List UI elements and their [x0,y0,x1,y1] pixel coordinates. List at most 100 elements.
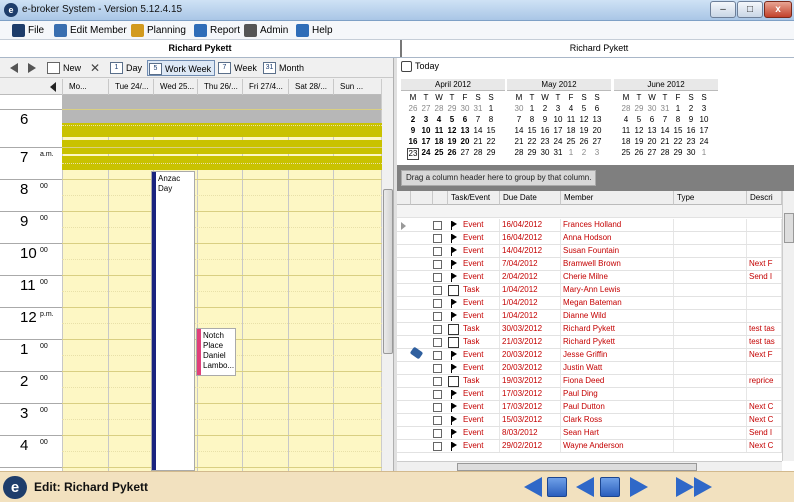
mini-calendar-day[interactable]: 1 [565,148,577,158]
task-row[interactable]: Event 20/03/2012 Justin Watt [397,362,782,375]
row-checkbox[interactable] [433,325,442,334]
mini-calendar-day[interactable]: 22 [672,137,684,147]
row-checkbox[interactable] [433,234,442,243]
mini-calendar-day[interactable]: 18 [565,126,577,136]
mini-calendar-day[interactable]: 23 [407,148,419,160]
prev-arrow-icon[interactable] [10,63,18,73]
mini-calendar-day[interactable]: 3 [420,115,432,125]
mini-calendar-day[interactable]: 22 [526,137,538,147]
day-header[interactable]: Sun ... [333,79,381,95]
mini-calendar-day[interactable]: 15 [526,126,538,136]
row-checkbox[interactable] [433,377,442,386]
row-checkbox[interactable] [433,403,442,412]
task-row[interactable]: Event 1/04/2012 Dianne Wild [397,310,782,323]
mini-calendar-day[interactable]: 3 [552,104,564,114]
mini-calendar-day[interactable]: 13 [591,115,603,125]
mini-calendar-day[interactable]: 29 [672,148,684,158]
mini-calendar-day[interactable]: 1 [672,104,684,114]
mini-calendar-day[interactable]: 28 [472,148,484,158]
row-checkbox[interactable] [433,260,442,269]
mini-calendar-day[interactable]: 8 [485,115,497,125]
mini-calendar-day[interactable]: 9 [407,126,419,136]
mini-calendar-day[interactable]: 25 [620,148,632,158]
task-row[interactable]: Event 16/04/2012 Frances Holland [397,219,782,232]
mini-calendar-day[interactable]: 4 [620,115,632,125]
mini-calendar-day[interactable]: 1 [485,104,497,114]
mini-calendar-day[interactable]: 3 [698,104,710,114]
today-button[interactable]: Today [401,61,439,72]
mini-calendar-day[interactable]: 13 [459,126,471,136]
mini-calendar-day[interactable]: 17 [698,126,710,136]
mini-calendar-day[interactable]: 16 [539,126,551,136]
row-checkbox[interactable] [433,351,442,360]
mini-calendar-day[interactable]: 26 [407,104,419,114]
task-row[interactable]: Event 17/03/2012 Paul Ding [397,388,782,401]
mini-calendar-day[interactable]: 5 [446,115,458,125]
mini-calendar-day[interactable]: 15 [485,126,497,136]
row-checkbox[interactable] [433,312,442,321]
mini-calendar-day[interactable]: 23 [539,137,551,147]
task-row[interactable]: Event 16/04/2012 Anna Hodson [397,232,782,245]
mini-calendar-day[interactable]: 17 [552,126,564,136]
mini-calendar-day[interactable]: 2 [539,104,551,114]
day-header[interactable]: Fri 27/4... [242,79,288,95]
mini-calendar-day[interactable]: 15 [672,126,684,136]
mini-calendar-day[interactable]: 19 [633,137,645,147]
task-row[interactable]: Task 21/03/2012 Richard Pykett test tas [397,336,782,349]
mini-calendar-day[interactable]: 23 [685,137,697,147]
grid-column-header[interactable]: Member [561,191,674,205]
mini-calendar-day[interactable]: 12 [446,126,458,136]
task-row[interactable]: Task 19/03/2012 Fiona Deed reprice [397,375,782,388]
first-record-button[interactable] [524,477,542,497]
row-checkbox[interactable] [433,221,442,230]
row-checkbox[interactable] [433,338,442,347]
row-checkbox[interactable] [433,390,442,399]
mini-calendar-day[interactable]: 24 [698,137,710,147]
mini-calendar-day[interactable]: 16 [407,137,419,147]
task-row[interactable]: Event 7/04/2012 Bramwell Brown Next F [397,258,782,271]
mini-calendar-day[interactable]: 27 [591,137,603,147]
menu-item-file[interactable]: File [12,23,44,38]
new-row[interactable] [397,205,782,218]
mini-calendar-day[interactable]: 29 [485,148,497,158]
appointment[interactable]: Anzac Day [151,171,195,471]
mini-calendar-day[interactable]: 20 [459,137,471,147]
mini-calendar-day[interactable]: 30 [646,104,658,114]
last-record-button[interactable] [694,477,712,497]
mini-calendar-day[interactable]: 12 [633,126,645,136]
task-row[interactable]: Event 17/03/2012 Paul Dutton Next C [397,401,782,414]
mini-calendar-day[interactable]: 6 [646,115,658,125]
mini-calendar-day[interactable]: 31 [472,104,484,114]
mini-calendar-day[interactable]: 25 [565,137,577,147]
mini-calendar-day[interactable]: 16 [685,126,697,136]
mini-calendar-day[interactable]: 14 [472,126,484,136]
mini-calendar-day[interactable]: 8 [526,115,538,125]
task-row[interactable]: Event 29/02/2012 Wayne Anderson Next C [397,440,782,453]
row-checkbox[interactable] [433,273,442,282]
grid-column-header[interactable]: Descri [747,191,782,205]
grid-hscroll-thumb[interactable] [457,463,697,471]
mini-calendar-day[interactable]: 27 [420,104,432,114]
day-header[interactable]: Mo... [62,79,108,95]
mini-calendar-day[interactable]: 10 [698,115,710,125]
mini-calendar-day[interactable]: 11 [433,126,445,136]
mini-calendar-day[interactable]: 18 [433,137,445,147]
mini-calendar-day[interactable]: 7 [472,115,484,125]
day-header[interactable]: Wed 25... [153,79,197,95]
calendar-scroll-thumb[interactable] [383,189,393,354]
mini-calendar-day[interactable]: 24 [552,137,564,147]
task-row[interactable]: Task 1/04/2012 Mary-Ann Lewis [397,284,782,297]
mini-calendar-day[interactable]: 2 [578,148,590,158]
grid-column-header[interactable]: Type [674,191,747,205]
task-row[interactable]: Task 30/03/2012 Richard Pykett test tas [397,323,782,336]
day-header[interactable]: Tue 24/... [108,79,153,95]
mini-calendar-day[interactable]: 25 [433,148,445,158]
mini-calendar-day[interactable]: 10 [552,115,564,125]
grid-horizontal-scrollbar[interactable] [397,461,782,471]
mini-calendar-day[interactable]: 17 [420,137,432,147]
task-row[interactable]: Event 8/03/2012 Sean Hart Send I [397,427,782,440]
mini-calendar-day[interactable]: 31 [659,104,671,114]
mini-calendar-day[interactable]: 11 [620,126,632,136]
mini-calendar-day[interactable]: 13 [646,126,658,136]
first-record-stop-icon[interactable] [547,477,567,497]
